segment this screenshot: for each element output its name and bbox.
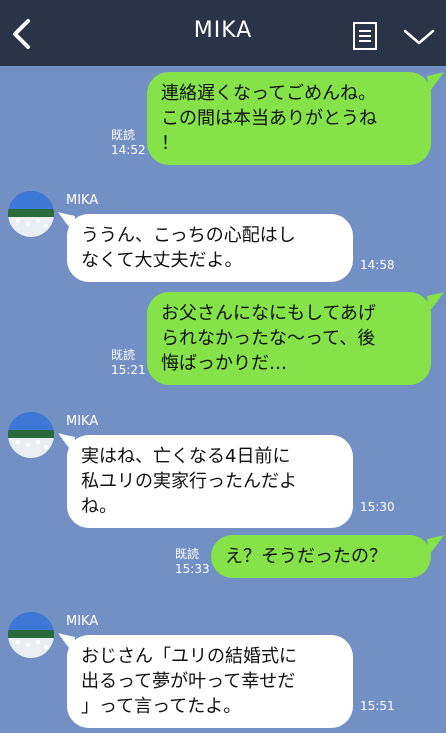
contact-avatar[interactable]	[8, 412, 54, 458]
note-list-icon	[353, 22, 377, 50]
message-time: 15:21	[111, 363, 146, 377]
outgoing-message[interactable]: え？そうだったの？	[211, 535, 431, 578]
contact-avatar[interactable]	[8, 191, 54, 237]
bubble-tail	[427, 292, 444, 312]
expand-button[interactable]	[402, 26, 436, 48]
message-time: 14:52	[111, 143, 146, 157]
chat-header: MIKA	[0, 0, 446, 66]
message-time: 15:51	[360, 699, 395, 713]
message-meta: 14:58	[360, 258, 395, 273]
contact-avatar[interactable]	[8, 612, 54, 658]
bubble-tail	[427, 535, 444, 555]
message-meta: 15:51	[360, 699, 395, 714]
sender-name: MIKA	[66, 193, 99, 208]
message-time: 15:33	[175, 562, 210, 576]
read-receipt: 既読	[111, 348, 136, 362]
message-meta: 既読 15:21	[111, 348, 146, 378]
incoming-message[interactable]: ううん、こっちの心配はし なくて大丈夫だよ。	[67, 214, 353, 282]
flower-field-avatar	[8, 612, 54, 658]
bubble-tail	[427, 72, 444, 92]
message-time: 15:30	[360, 500, 395, 514]
chevron-down-icon	[403, 29, 435, 45]
message-meta: 既読 14:52	[111, 128, 146, 158]
incoming-message[interactable]: 実はね、亡くなる4日前に 私ユリの実家行ったんだよ ね。	[67, 435, 353, 528]
flower-field-avatar	[8, 412, 54, 458]
message-meta: 既読 15:33	[175, 547, 210, 577]
outgoing-message[interactable]: お父さんになにもしてあげ られなかったな～って、後 悔ばっかりだ…	[147, 292, 431, 385]
chat-title: MIKA	[193, 18, 253, 43]
outgoing-message[interactable]: 連絡遅くなってごめんね。 この間は本当ありがとうね ！	[147, 72, 431, 165]
read-receipt: 既読	[175, 547, 200, 561]
incoming-message[interactable]: おじさん「ユリの結婚式に 出るって夢が叶って幸せだ 」って言ってたよ。	[67, 635, 353, 728]
message-time: 14:58	[360, 258, 395, 272]
sender-name: MIKA	[66, 614, 99, 629]
sender-name: MIKA	[66, 414, 99, 429]
flower-field-avatar	[8, 191, 54, 237]
read-receipt: 既読	[111, 128, 136, 142]
note-button[interactable]	[352, 21, 378, 51]
message-meta: 15:30	[360, 500, 395, 515]
